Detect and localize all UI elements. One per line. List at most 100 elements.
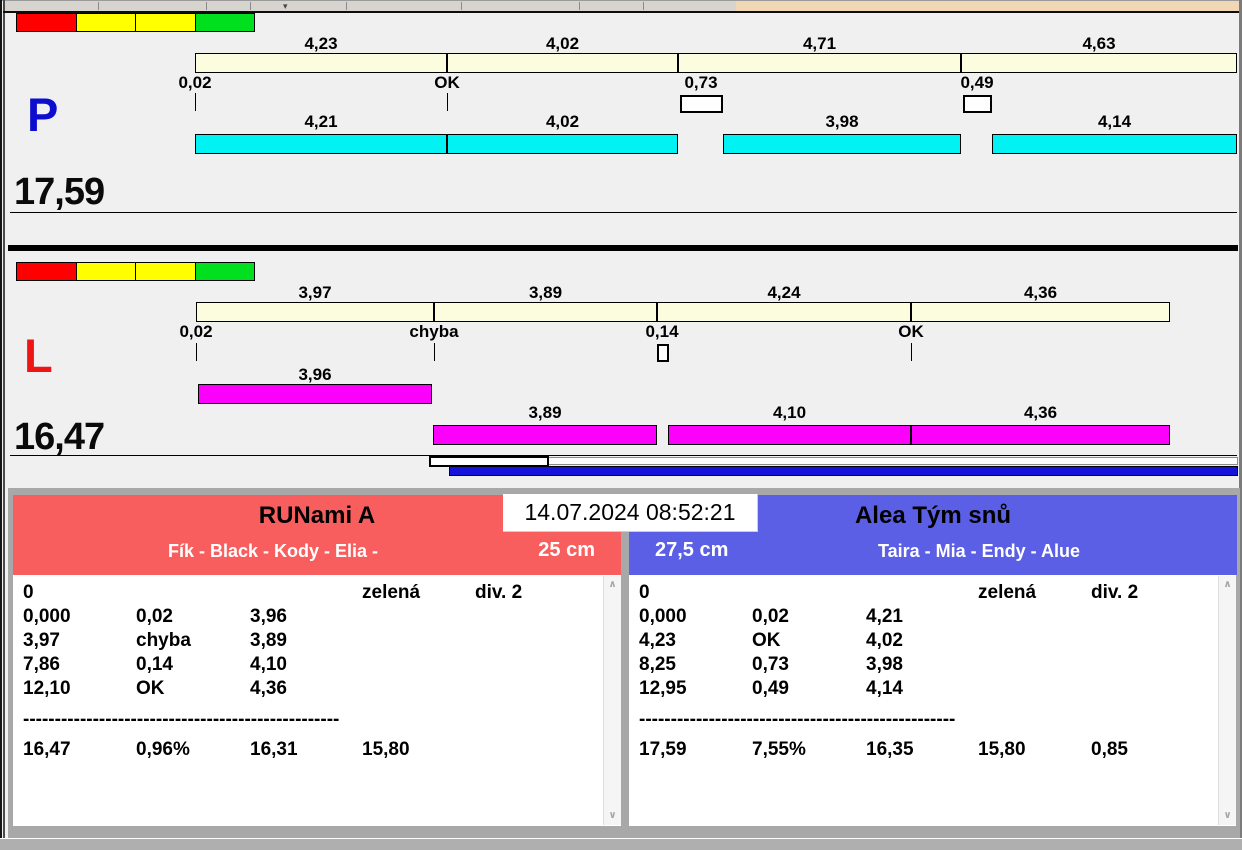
- split-time-label: 4,71: [802, 34, 837, 53]
- table-cell: 3,97: [23, 630, 60, 651]
- run-time-label: 4,21: [304, 112, 338, 131]
- lane-divider: [8, 245, 1238, 251]
- run-time-label: 4,36: [1023, 403, 1058, 422]
- table-cell: div. 2: [475, 582, 523, 603]
- table-cell: 7,55%: [752, 739, 806, 760]
- table-cell: 15,80: [978, 739, 1026, 760]
- table-cell: 0,14: [136, 654, 173, 675]
- lane-p-letter: P: [27, 88, 59, 141]
- separator-dashes: ----------------------------------------…: [23, 709, 340, 730]
- table-cell: 12,95: [639, 678, 687, 699]
- crossing-label: OK: [434, 73, 460, 92]
- run-time-label: 4,10: [772, 403, 807, 422]
- crossing-tick: [195, 93, 196, 111]
- table-cell: 17,59: [639, 739, 687, 760]
- toolbar-separator: [643, 2, 644, 10]
- toolbar-separator: [346, 2, 347, 10]
- table-cell: OK: [752, 630, 781, 651]
- table-row: 0,000 0,02 3,96: [13, 606, 621, 631]
- datetime-display: 14.07.2024 08:52:21: [503, 494, 758, 532]
- split-time-label: 4,63: [1082, 34, 1116, 53]
- crossing-label: OK: [898, 322, 924, 341]
- table-row: 8,25 0,73 3,98: [629, 654, 1236, 679]
- split-time-label: 4,36: [1023, 283, 1058, 302]
- scroll-up-icon[interactable]: ∧: [1219, 580, 1236, 590]
- split-bar-segment: [678, 53, 961, 73]
- crossing-label: chyba: [409, 322, 459, 341]
- table-row: 7,86 0,14 4,10: [13, 654, 621, 679]
- lane-l-total-time: 16,47: [14, 416, 105, 458]
- team-right-size-category: 27,5 cm: [655, 539, 729, 561]
- table-cell: div. 2: [1091, 582, 1139, 603]
- table-cell: 4,21: [866, 606, 903, 627]
- table-cell: zelená: [978, 582, 1037, 603]
- status-color-box: [16, 262, 77, 281]
- lane-p-underline: [10, 212, 1237, 213]
- toolbar-separator: [461, 2, 462, 10]
- scroll-down-icon[interactable]: ∨: [604, 811, 621, 821]
- split-bar-segment: [447, 53, 678, 73]
- scroll-down-icon[interactable]: ∨: [1219, 811, 1236, 821]
- table-cell: 16,35: [866, 739, 914, 760]
- table-cell: 0,000: [639, 606, 687, 627]
- table-cell: 7,86: [23, 654, 60, 675]
- table-row: 0 zelená div. 2: [13, 582, 621, 607]
- table-cell: 0,02: [752, 606, 789, 627]
- scroll-up-icon[interactable]: ∧: [604, 580, 621, 590]
- table-cell: 16,47: [23, 739, 71, 760]
- crossing-tick: [434, 343, 435, 361]
- team-right-scrollbar[interactable]: ∧ ∨: [1218, 576, 1236, 825]
- table-cell: 0,73: [752, 654, 789, 675]
- run-time-label: 4,02: [545, 112, 580, 131]
- table-row: 4,23 OK 4,02: [629, 630, 1236, 655]
- toolbar-strip[interactable]: [5, 1, 736, 11]
- run-bar: [447, 134, 678, 154]
- dropdown-arrow-icon[interactable]: ▾: [283, 1, 288, 11]
- status-color-box: [16, 13, 77, 32]
- toolbar-separator: [98, 2, 99, 10]
- crossing-label: 0,02: [179, 322, 213, 341]
- table-row: 0 zelená div. 2: [629, 582, 1236, 607]
- run-bar: [992, 134, 1237, 154]
- team-left-results-table[interactable]: 0 zelená div. 2 0,000 0,02 3,96 3,97 chyba 3,89 7…: [13, 575, 621, 826]
- status-color-box: [135, 13, 196, 32]
- run-bar: [433, 425, 657, 445]
- run-time-label: 3,96: [298, 365, 332, 384]
- split-time-label: 3,97: [298, 283, 332, 302]
- crossing-tick: [447, 93, 448, 111]
- crossing-tick: [911, 343, 912, 361]
- table-cell: 0,000: [23, 606, 71, 627]
- lane-l-letter: L: [24, 329, 53, 382]
- table-cell: zelená: [362, 582, 421, 603]
- table-cell: OK: [136, 678, 165, 699]
- run-time-label: 3,98: [825, 112, 859, 131]
- run-bar: [723, 134, 961, 154]
- table-cell: 0: [23, 582, 34, 603]
- toolbar-separator: [206, 2, 207, 10]
- table-cell: 12,10: [23, 678, 71, 699]
- lane-p-status-boxes: [16, 13, 255, 32]
- status-color-box: [75, 262, 136, 281]
- lane-l-underline: [10, 455, 1237, 456]
- split-time-label: 3,89: [528, 283, 563, 302]
- table-row: 3,97 chyba 3,89: [13, 630, 621, 655]
- window-left-edge: [0, 0, 2, 850]
- table-cell: 3,89: [250, 630, 287, 651]
- crossing-label: 0,14: [645, 322, 679, 341]
- table-cell: 0,96%: [136, 739, 190, 760]
- split-bar-segment: [195, 53, 447, 73]
- table-row: 16,47 0,96% 16,31 15,80: [13, 739, 621, 764]
- run-bar: [195, 134, 447, 154]
- progress-bar: [449, 466, 1238, 476]
- run-time-label: 4,14: [1097, 112, 1132, 131]
- table-cell: chyba: [136, 630, 191, 651]
- team-right-results-table[interactable]: 0 zelená div. 2 0,000 0,02 4,21 4,23 OK 4,02 8,25…: [629, 575, 1236, 826]
- crossing-box: [963, 95, 992, 113]
- crossing-box: [680, 95, 723, 113]
- crossing-tick: [196, 343, 197, 361]
- team-left-scrollbar[interactable]: ∧ ∨: [603, 576, 621, 825]
- crossing-box: [657, 344, 669, 362]
- table-cell: 0,49: [752, 678, 789, 699]
- status-color-box: [194, 13, 255, 32]
- table-row: ----------------------------------------…: [629, 709, 1236, 734]
